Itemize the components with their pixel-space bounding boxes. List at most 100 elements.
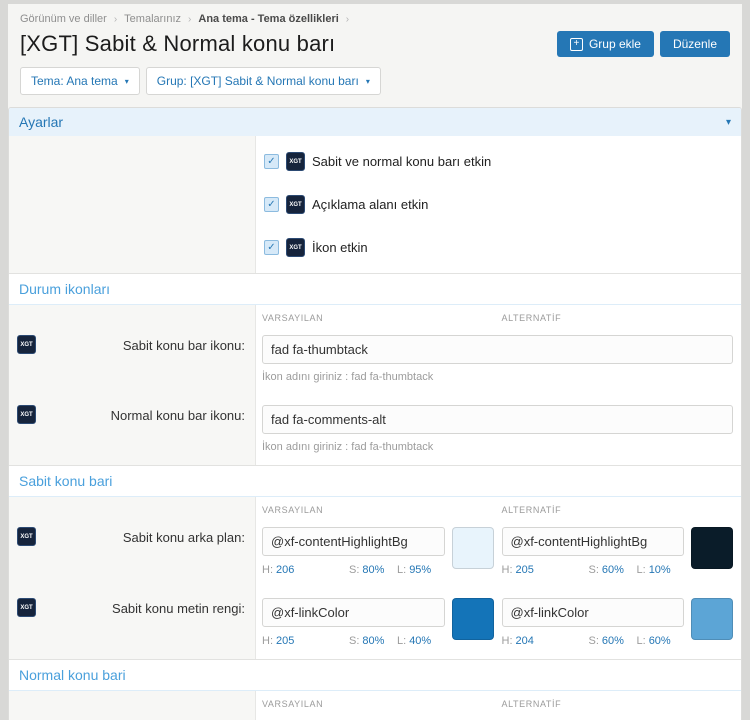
breadcrumb-item-appearance[interactable]: Görünüm ve diller: [20, 13, 107, 25]
xgt-badge-icon: XGT: [17, 335, 36, 354]
title-row: [XGT] Sabit & Normal konu barı + Grup ek…: [8, 29, 742, 57]
page-title: [XGT] Sabit & Normal konu barı: [20, 31, 335, 57]
color-swatch[interactable]: [691, 527, 733, 569]
empty-label-cell: [9, 305, 256, 325]
hsl-s-label: S:: [349, 635, 359, 647]
property-label: Sabit konu metin rengi:: [36, 598, 245, 616]
title-buttons: + Grup ekle Düzenle: [557, 31, 730, 57]
normal-bar-icon-input[interactable]: [262, 405, 733, 434]
hsl-h-value: 205: [276, 635, 294, 647]
hsl-h-label: H:: [262, 564, 273, 576]
property-label: Normal konu bar ikonu:: [36, 405, 245, 423]
breadcrumb-item-styles[interactable]: Temalarınız: [124, 13, 181, 25]
default-color-field: H:206 S:80% L:95%: [262, 527, 494, 576]
chevron-down-icon: ▾: [125, 77, 129, 86]
column-header-default: VARSAYILAN: [262, 505, 494, 515]
group-dropdown[interactable]: Grup: [XGT] Sabit & Normal konu barı ▾: [146, 67, 381, 95]
checkbox-row-icon-enabled: ✓ XGT İkon etkin: [264, 238, 733, 257]
hsl-l-value: 40%: [409, 635, 431, 647]
chevron-down-icon: ▾: [726, 117, 731, 128]
column-header-alternative: ALTERNATİF: [502, 313, 734, 323]
column-headers: VARSAYILAN ALTERNATİF: [256, 305, 741, 325]
hsl-s-value: 80%: [362, 564, 384, 576]
settings-section-title: Ayarlar: [19, 114, 63, 130]
edit-label: Düzenle: [673, 37, 717, 51]
column-headers: VARSAYILAN ALTERNATİF: [256, 497, 741, 517]
checkbox-fixed-normal-bar[interactable]: ✓: [264, 154, 279, 169]
fixed-bg-default-input[interactable]: [262, 527, 445, 556]
column-header-alternative: ALTERNATİF: [502, 699, 734, 709]
input-hint: İkon adını giriniz : fad fa-thumbtack: [262, 441, 733, 453]
checkbox-row-description-area: ✓ XGT Açıklama alanı etkin: [264, 195, 733, 214]
hsl-values: H:205 S:60% L:10%: [502, 564, 685, 576]
hsl-h-value: 204: [516, 635, 534, 647]
hsl-s-value: 80%: [362, 635, 384, 647]
checkbox-description-area[interactable]: ✓: [264, 197, 279, 212]
admin-page: Görünüm ve diller › Temalarınız › Ana te…: [8, 4, 742, 720]
color-swatch[interactable]: [452, 527, 494, 569]
plus-square-icon: +: [570, 38, 583, 51]
breadcrumb: Görünüm ve diller › Temalarınız › Ana te…: [8, 4, 742, 29]
hsl-s-value: 60%: [602, 635, 624, 647]
xgt-badge-icon: XGT: [17, 598, 36, 617]
status-icons-section-title: Durum ikonları: [19, 281, 110, 297]
checkbox-label: Açıklama alanı etkin: [312, 197, 428, 212]
hsl-h-label: H:: [502, 564, 513, 576]
property-row-fixed-bar-text-color: XGT Sabit konu metin rengi: H:205 S:80% …: [9, 588, 741, 659]
theme-dropdown[interactable]: Tema: Ana tema ▾: [20, 67, 140, 95]
hsl-l-label: L:: [637, 635, 646, 647]
add-group-button[interactable]: + Grup ekle: [557, 31, 654, 57]
section-header-settings[interactable]: Ayarlar ▾: [9, 108, 741, 136]
fixed-bar-icon-input[interactable]: [262, 335, 733, 364]
alternative-color-field: H:204 S:60% L:60%: [502, 598, 734, 647]
add-group-label: Grup ekle: [589, 37, 641, 51]
hsl-h-label: H:: [502, 635, 513, 647]
column-header-row: VARSAYILAN ALTERNATİF: [9, 691, 741, 711]
checkbox-icon-enabled[interactable]: ✓: [264, 240, 279, 255]
fixed-bg-alt-input[interactable]: [502, 527, 685, 556]
edit-button[interactable]: Düzenle: [660, 31, 730, 57]
hsl-h-value: 205: [516, 564, 534, 576]
hsl-l-label: L:: [637, 564, 646, 576]
property-label: Sabit konu arka plan:: [36, 527, 245, 545]
hsl-h-value: 206: [276, 564, 294, 576]
fixed-text-alt-input[interactable]: [502, 598, 685, 627]
hsl-l-label: L:: [397, 635, 406, 647]
group-dropdown-label: Grup: [XGT] Sabit & Normal konu barı: [157, 74, 359, 88]
section-header-normal-bar: Normal konu bari: [9, 659, 741, 691]
filter-row: Tema: Ana tema ▾ Grup: [XGT] Sabit & Nor…: [8, 57, 742, 107]
column-headers: VARSAYILAN ALTERNATİF: [256, 691, 741, 711]
property-row-normal-bar-background: XGT Normal konu arka plan: H:206 S:80% L…: [9, 711, 741, 720]
property-row-fixed-bar-background: XGT Sabit konu arka plan: H:206 S:80% L:…: [9, 517, 741, 588]
empty-label-cell: [9, 691, 256, 711]
hsl-values: H:205 S:80% L:40%: [262, 635, 445, 647]
settings-rows: ✓ XGT Sabit ve normal konu barı etkin ✓ …: [9, 136, 741, 273]
alternative-color-field: H:205 S:60% L:10%: [502, 527, 734, 576]
hsl-l-value: 10%: [649, 564, 671, 576]
checkbox-row-fixed-normal-bar: ✓ XGT Sabit ve normal konu barı etkin: [264, 152, 733, 171]
color-swatch[interactable]: [691, 598, 733, 640]
column-header-row: VARSAYILAN ALTERNATİF: [9, 497, 741, 517]
style-properties-block: Ayarlar ▾ ✓ XGT Sabit ve normal konu bar…: [8, 107, 742, 720]
section-header-fixed-bar: Sabit konu bari: [9, 465, 741, 497]
xgt-badge-icon: XGT: [17, 405, 36, 424]
xgt-badge-icon: XGT: [286, 238, 305, 257]
hsl-l-value: 95%: [409, 564, 431, 576]
xgt-badge-icon: XGT: [286, 195, 305, 214]
empty-label-cell: [9, 497, 256, 517]
normal-bar-section-title: Normal konu bari: [19, 667, 126, 683]
breadcrumb-separator: ›: [188, 14, 191, 25]
input-hint: İkon adını giriniz : fad fa-thumbtack: [262, 371, 733, 383]
fixed-text-default-input[interactable]: [262, 598, 445, 627]
section-header-status-icons: Durum ikonları: [9, 273, 741, 305]
color-swatch[interactable]: [452, 598, 494, 640]
chevron-down-icon: ▾: [366, 77, 370, 86]
hsl-l-label: L:: [397, 564, 406, 576]
hsl-values: H:206 S:80% L:95%: [262, 564, 445, 576]
fixed-bar-section-title: Sabit konu bari: [19, 473, 112, 489]
column-header-default: VARSAYILAN: [262, 699, 494, 709]
default-color-field: H:205 S:80% L:40%: [262, 598, 494, 647]
settings-label-column: [9, 136, 256, 273]
hsl-s-label: S:: [349, 564, 359, 576]
breadcrumb-item-style-properties[interactable]: Ana tema - Tema özellikleri: [198, 13, 338, 25]
